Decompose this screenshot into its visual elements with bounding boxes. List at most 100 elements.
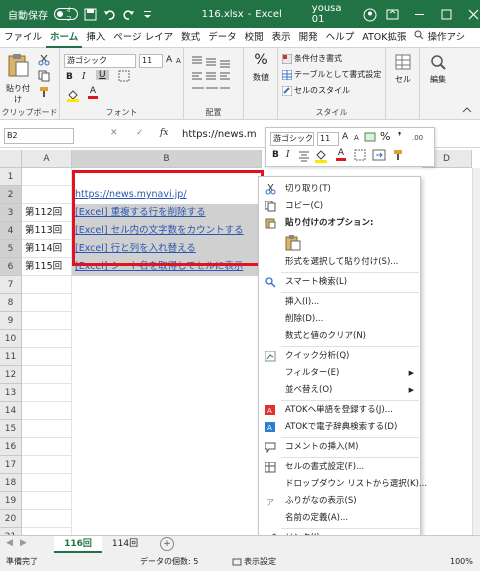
mini-font-box[interactable]: 游ゴシック [270, 132, 314, 146]
menu-item-item-6[interactable]: 挿入(I)... [259, 294, 420, 311]
bold-icon[interactable]: B [66, 72, 73, 82]
autosave-toggle[interactable]: オフ [54, 7, 78, 23]
cell-a[interactable]: 第112回 [22, 204, 72, 222]
cell-b-hyperlink[interactable] [72, 330, 262, 348]
mini-number-format-icon[interactable] [364, 131, 376, 146]
menu-item-search-5[interactable]: スマート検索(L) [259, 274, 420, 291]
cell-b-hyperlink[interactable] [72, 456, 262, 474]
formula-input[interactable]: https://news.m [180, 128, 260, 144]
account-icon[interactable] [363, 8, 377, 21]
menu-item-format-cells-15[interactable]: セルの書式設定(F)... [259, 459, 420, 476]
cell-a[interactable] [22, 312, 72, 330]
mini-font-color-icon[interactable]: A [336, 148, 346, 161]
cell-b-hyperlink[interactable] [72, 312, 262, 330]
mini-decimal-icon[interactable]: .00 [412, 131, 428, 146]
row-header[interactable]: 7 [0, 276, 22, 294]
row-header[interactable]: 20 [0, 510, 22, 528]
cell-a[interactable]: 第113回 [22, 222, 72, 240]
underline-icon[interactable]: U [96, 70, 109, 80]
cell-a[interactable] [22, 294, 72, 312]
mini-fill-color-icon[interactable] [314, 149, 328, 166]
cell-a[interactable] [22, 276, 72, 294]
menu-item-scissors-0[interactable]: 切り取り(T) [259, 181, 420, 198]
add-sheet-icon[interactable]: + [160, 537, 174, 551]
mini-comma-icon[interactable]: ❜ [398, 130, 402, 143]
mini-format-painter-icon[interactable] [392, 149, 404, 164]
cell-a[interactable] [22, 330, 72, 348]
menu-item-atok-dict-13[interactable]: A ATOKで電子辞典検索する(D) [259, 419, 420, 436]
mini-align-icon[interactable] [298, 150, 310, 165]
font-name-box[interactable]: 游ゴシック [64, 54, 136, 68]
cell-a[interactable]: 第115回 [22, 258, 72, 276]
copy-icon[interactable] [38, 70, 50, 85]
row-header[interactable]: 9 [0, 312, 22, 330]
row-header[interactable]: 10 [0, 330, 22, 348]
redo-icon[interactable] [122, 8, 135, 21]
cell-a[interactable]: 第114回 [22, 240, 72, 258]
row-header[interactable]: 19 [0, 492, 22, 510]
row-header[interactable]: 17 [0, 456, 22, 474]
find-icon[interactable] [430, 54, 446, 73]
insert-function-icon[interactable]: fx [160, 128, 168, 138]
undo-icon[interactable] [103, 8, 116, 21]
align-top-icon[interactable] [190, 54, 234, 101]
cell-b-hyperlink[interactable] [72, 348, 262, 366]
cell-a[interactable] [22, 384, 72, 402]
cells-icon[interactable] [395, 54, 411, 73]
menu-item-furigana-17[interactable]: ア ふりがなの表示(S) [259, 493, 420, 510]
cell-styles-button[interactable]: セルのスタイル [282, 85, 350, 96]
row-header[interactable]: 18 [0, 474, 22, 492]
shrink-font-icon[interactable]: A [176, 57, 181, 65]
save-icon[interactable] [84, 8, 97, 21]
cell-b-hyperlink[interactable] [72, 276, 262, 294]
tab-review[interactable]: 校閲 [241, 28, 268, 48]
tab-page-layout[interactable]: ページ レイア [109, 28, 177, 48]
conditional-format-button[interactable]: 条件付き書式 [282, 53, 342, 64]
cell-a[interactable] [22, 510, 72, 528]
format-as-table-button[interactable]: テーブルとして書式設定 [282, 69, 381, 80]
menu-item-quick-analysis-9[interactable]: クイック分析(Q) [259, 348, 420, 365]
cell-b-hyperlink[interactable] [72, 492, 262, 510]
row-header[interactable]: 12 [0, 366, 22, 384]
cancel-formula-icon[interactable]: ✕ [110, 128, 118, 138]
menu-item-item-18[interactable]: 名前の定義(A)... [259, 510, 420, 527]
cell-a[interactable] [22, 168, 72, 186]
mini-grow-font-icon[interactable]: A [342, 132, 348, 142]
cell-a[interactable] [22, 420, 72, 438]
row-header[interactable]: 8 [0, 294, 22, 312]
close-icon[interactable] [467, 8, 480, 21]
cell-a[interactable] [22, 456, 72, 474]
row-header[interactable]: 1 [0, 168, 22, 186]
format-painter-icon[interactable] [38, 86, 50, 101]
row-header[interactable]: 5 [0, 240, 22, 258]
number-format-icon[interactable]: % [248, 52, 274, 68]
row-header[interactable]: 15 [0, 420, 22, 438]
row-header[interactable]: 2 [0, 186, 22, 204]
cell-b-hyperlink[interactable] [72, 402, 262, 420]
cell-b-hyperlink[interactable] [72, 384, 262, 402]
mini-italic-icon[interactable]: I [286, 150, 290, 160]
grow-font-icon[interactable]: A [166, 55, 172, 65]
name-box[interactable]: B2 [4, 128, 74, 144]
tell-me-box[interactable]: 操作アシ [410, 28, 469, 48]
tab-view[interactable]: 表示 [268, 28, 295, 48]
cell-a[interactable] [22, 348, 72, 366]
menu-item-item-16[interactable]: ドロップダウン リストから選択(K)... [259, 476, 427, 493]
sheet-next-icon[interactable]: ▶ [20, 538, 27, 548]
cell-b-hyperlink[interactable] [72, 510, 262, 528]
menu-item-atok-12[interactable]: A ATOKへ単語を登録する(J)... [259, 402, 420, 419]
mini-percent-icon[interactable]: % [380, 130, 390, 143]
row-header[interactable]: 4 [0, 222, 22, 240]
menu-item-item-11[interactable]: 並べ替え(O) ▶ [259, 382, 420, 399]
row-header[interactable]: 11 [0, 348, 22, 366]
row-header[interactable]: 13 [0, 384, 22, 402]
menu-item-copy-1[interactable]: コピー(C) [259, 198, 420, 215]
sheet-prev-icon[interactable]: ◀ [6, 538, 13, 548]
zoom-level[interactable]: 100% [450, 553, 473, 571]
minimize-icon[interactable] [413, 8, 426, 21]
tab-home[interactable]: ホーム [46, 28, 83, 48]
mini-border-icon[interactable] [354, 149, 366, 164]
cell-b-hyperlink[interactable] [72, 420, 262, 438]
cell-b-hyperlink[interactable] [72, 528, 262, 535]
cell-a[interactable] [22, 366, 72, 384]
